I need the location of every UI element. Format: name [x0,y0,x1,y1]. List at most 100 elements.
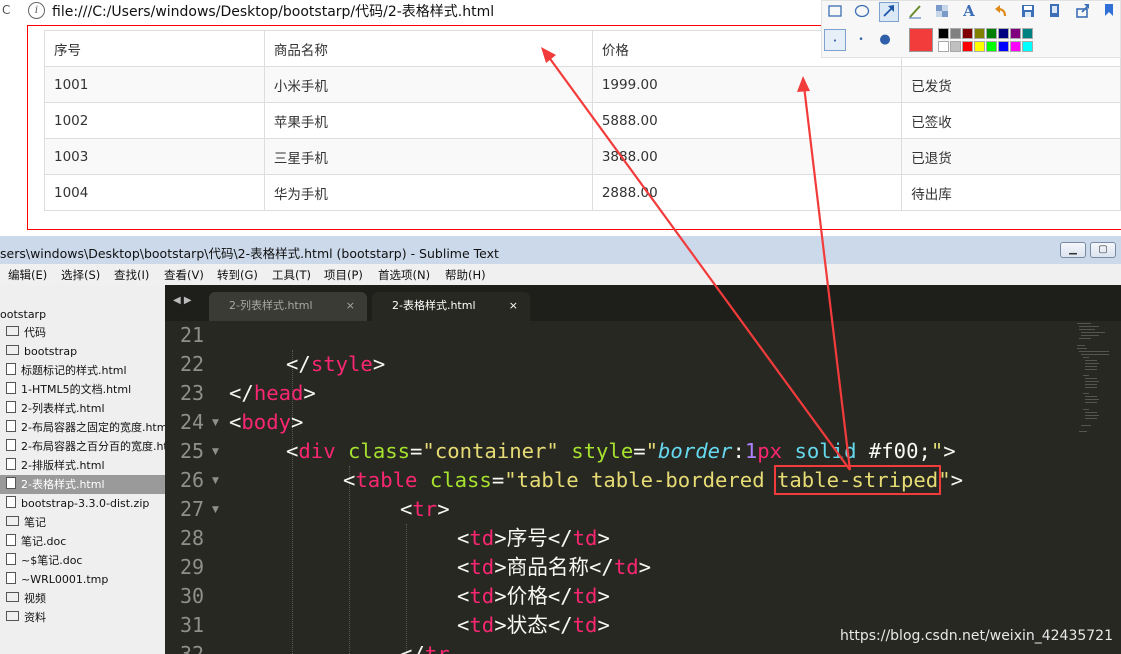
menu-item[interactable]: 查找(I) [114,267,149,283]
sidebar-folder[interactable]: ootstarp [0,305,165,324]
menu-item[interactable]: 选择(S) [61,267,100,283]
rectangle-tool-icon[interactable] [826,2,844,20]
pen-tool-icon[interactable] [906,2,924,20]
maximize-button[interactable]: ▢ [1090,242,1116,258]
table-cell: 1003 [44,138,265,175]
folder-icon [6,326,19,336]
table-cell: 1999.00 [591,66,903,103]
line-number: 21 [180,323,205,347]
arrow-tool-icon[interactable] [879,2,899,22]
color-swatch[interactable] [1010,28,1021,39]
close-icon[interactable]: × [509,292,518,320]
color-swatch[interactable] [986,41,997,52]
reload-icon[interactable]: C [2,3,10,17]
line-number: 22 [180,352,205,376]
sidebar-file[interactable]: 2-列表样式.html [0,399,165,418]
sidebar-folder[interactable]: bootstrap [0,342,165,361]
color-swatch[interactable] [962,41,973,52]
file-icon [6,496,16,508]
dot-size-small[interactable]: • [824,29,846,51]
tab-bar: ◀ ▶ 2-列表样式.html × 2-表格样式.html × [165,285,1121,321]
fold-arrow-icon[interactable]: ▼ [212,418,219,428]
color-swatch[interactable] [938,28,949,39]
share-icon[interactable] [1074,2,1092,20]
current-color-swatch[interactable] [909,28,933,52]
sidebar-label: 2-列表样式.html [21,402,105,415]
code-line-32: </tr [400,642,450,654]
url-text[interactable]: file:///C:/Users/windows/Desktop/bootsta… [52,1,494,21]
watermark: https://blog.csdn.net/weixin_42435721 [839,628,1113,644]
sidebar-file[interactable]: 2-排版样式.html [0,456,165,475]
tab-list-style[interactable]: 2-列表样式.html × [209,292,367,321]
menu-item[interactable]: 首选项(N) [378,267,430,283]
highlight-table-striped: table-striped [773,465,942,495]
sidebar-file[interactable]: ~$笔记.doc [0,551,165,570]
menu-item[interactable]: 工具(T) [272,267,311,283]
sidebar-label: ~WRL0001.tmp [21,573,109,586]
menu-item[interactable]: 查看(V) [164,267,204,283]
folder-icon [6,516,19,526]
sidebar-file[interactable]: 2-布局容器之百分百的宽度.html [0,437,165,456]
minimize-button[interactable]: ▁ [1060,242,1086,258]
undo-icon[interactable] [992,2,1010,20]
mosaic-tool-icon[interactable] [933,2,951,20]
sidebar-label: 视频 [24,592,46,605]
copy-icon[interactable] [1046,2,1064,20]
menu-item[interactable]: 帮助(H) [445,267,486,283]
sidebar-file[interactable]: 2-布局容器之固定的宽度.html [0,418,165,437]
file-icon [6,420,16,432]
table-cell: 3888.00 [591,138,903,175]
ellipse-tool-icon[interactable] [853,2,871,20]
color-swatch[interactable] [998,41,1009,52]
menu-item[interactable]: 编辑(E) [8,267,47,283]
close-icon[interactable]: × [346,292,355,320]
table-row: 1003 三星手机 3888.00 已退货 [44,138,1121,175]
info-icon[interactable]: i [28,2,45,19]
fold-arrow-icon[interactable]: ▼ [212,476,219,486]
color-swatch[interactable] [974,41,985,52]
file-icon [6,553,16,565]
dot-size-medium[interactable]: • [850,29,872,51]
sidebar-file[interactable]: 笔记.doc [0,532,165,551]
minimap[interactable] [1075,321,1115,481]
sidebar-file[interactable]: 标题标记的样式.html [0,361,165,380]
sidebar: ootstarp 代码 bootstrap 标题标记的样式.html 1-HTML5的文… [0,285,165,654]
text-tool-icon[interactable]: A [960,2,978,20]
sidebar-file[interactable]: ~WRL0001.tmp [0,570,165,589]
tab-table-style[interactable]: 2-表格样式.html × [372,292,530,321]
table-cell: 华为手机 [263,174,593,211]
color-swatch[interactable] [986,28,997,39]
color-swatch[interactable] [1010,41,1021,52]
sidebar-file[interactable]: 1-HTML5的文档.html [0,380,165,399]
sidebar-folder[interactable]: 视频 [0,589,165,608]
sidebar-folder[interactable]: 代码 [0,323,165,342]
fold-arrow-icon[interactable]: ▼ [212,447,219,457]
menu-item[interactable]: 项目(P) [324,267,363,283]
dot-size-large[interactable]: ● [874,29,896,51]
color-swatch[interactable] [1022,41,1033,52]
color-swatch[interactable] [962,28,973,39]
sidebar-file[interactable]: 2-表格样式.html [0,475,165,494]
color-swatch[interactable] [950,41,961,52]
color-swatch[interactable] [950,28,961,39]
pin-icon[interactable] [1100,2,1118,20]
color-swatch[interactable] [1022,28,1033,39]
table-cell: 1004 [44,174,265,211]
code-line-23: </head> [229,381,316,405]
sidebar-folder[interactable]: 笔记 [0,513,165,532]
color-swatch[interactable] [938,41,949,52]
code-editor[interactable]: 21 22 23 24 25 26 27 28 29 30 31 32 ▼ ▼ … [165,321,1121,654]
fold-arrow-icon[interactable]: ▼ [212,505,219,515]
sidebar-file[interactable]: bootstrap-3.3.0-dist.zip [0,494,165,513]
code-line-30: <td>价格</td> [457,584,610,608]
code-line-27: <tr> [400,497,450,521]
sidebar-label: 代码 [24,326,46,339]
color-swatch[interactable] [998,28,1009,39]
tab-nav-arrows[interactable]: ◀ ▶ [173,295,192,306]
menu-item[interactable]: 转到(G) [217,267,258,283]
save-icon[interactable] [1019,2,1037,20]
table-cell: 小米手机 [263,66,593,103]
table-cell: 1002 [44,102,265,139]
color-swatch[interactable] [974,28,985,39]
sidebar-folder[interactable]: 资料 [0,608,165,627]
